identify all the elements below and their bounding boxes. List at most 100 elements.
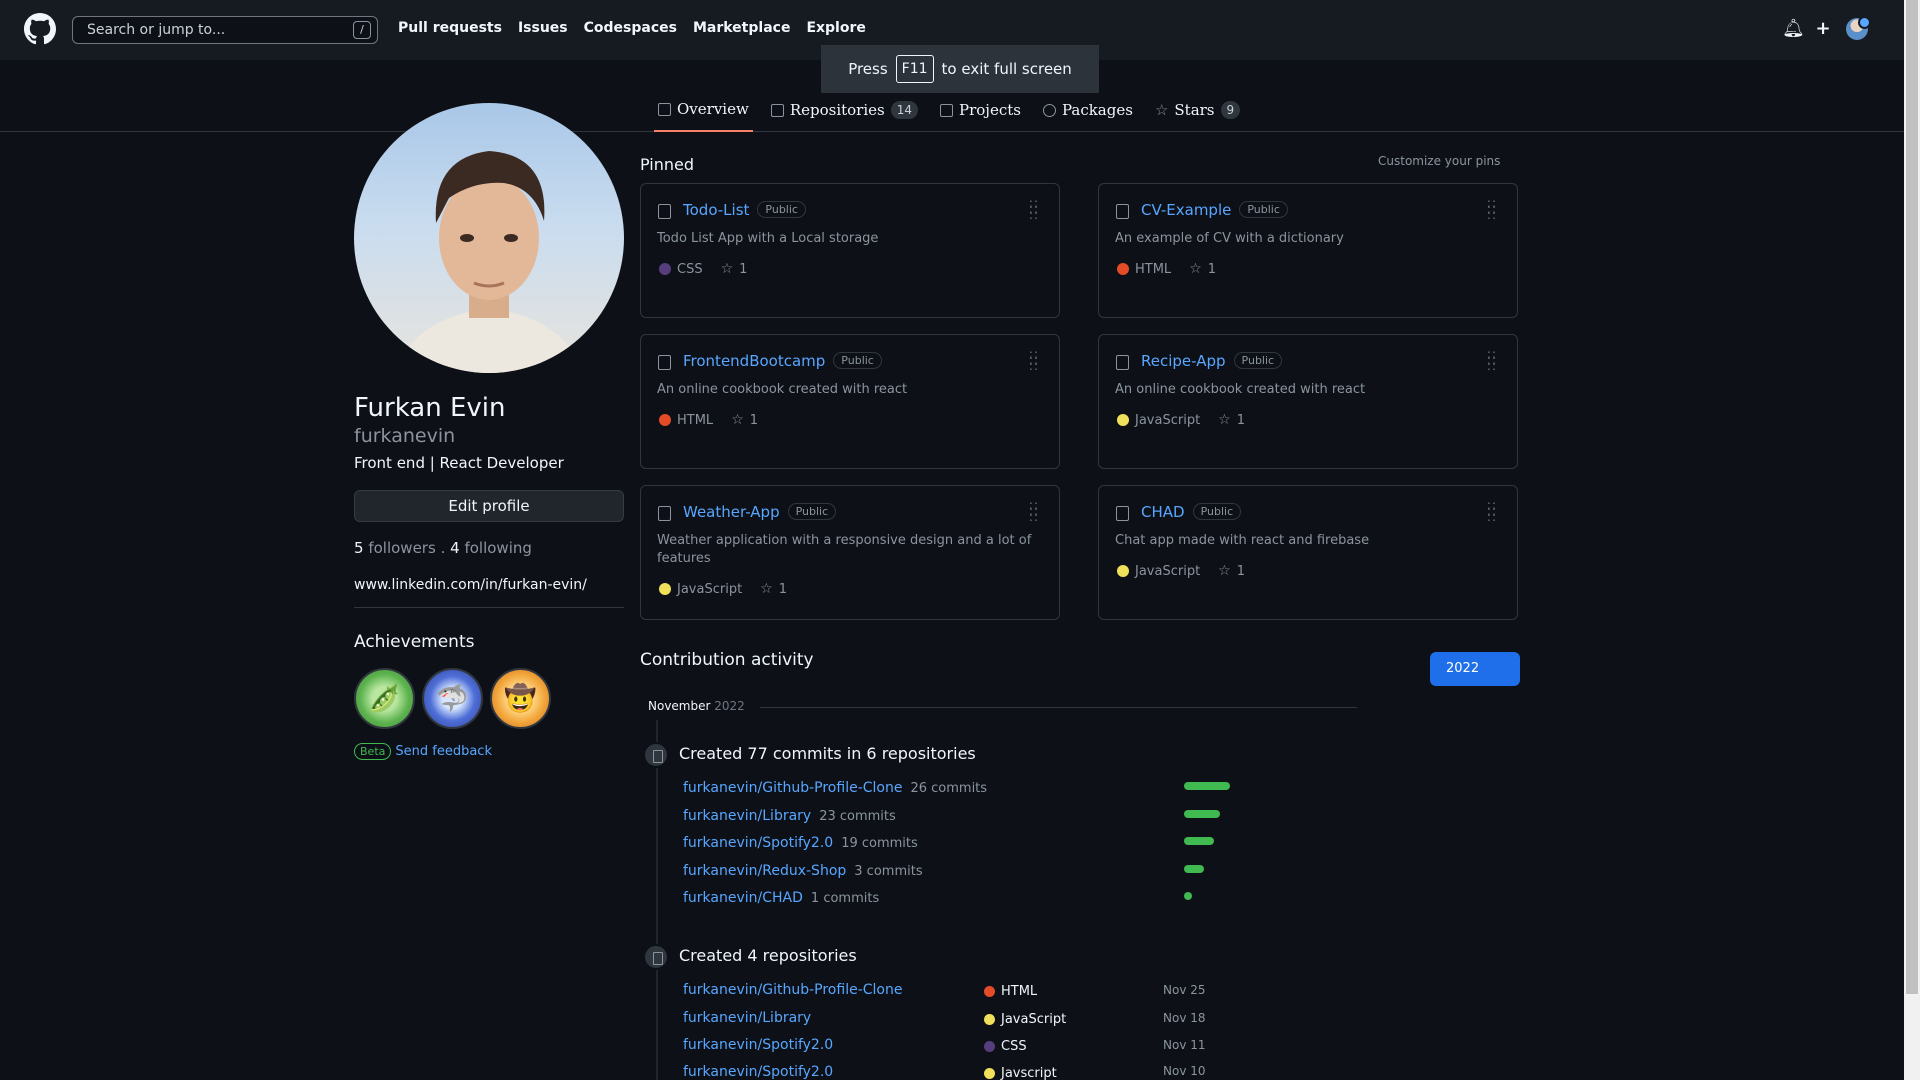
- send-feedback-link[interactable]: Send feedback: [395, 744, 492, 759]
- pinned-repo-name[interactable]: Recipe-App: [1141, 352, 1226, 370]
- drag-handle-icon[interactable]: ::::::: [1487, 348, 1497, 372]
- commit-bar: [1184, 810, 1220, 818]
- pinned-repo-meta: JavaScript ☆ 1: [659, 581, 787, 597]
- repo-icon: [658, 355, 671, 370]
- star-icon[interactable]: ☆: [721, 261, 734, 277]
- commit-repo-row: furkanevin/Redux-Shop 3 commits: [683, 863, 923, 879]
- repos-summary[interactable]: Created 4 repositories: [679, 946, 857, 965]
- pinned-repo-stars[interactable]: 1: [739, 262, 747, 277]
- drag-handle-icon[interactable]: ::::::: [1029, 499, 1039, 523]
- commit-count[interactable]: 26 commits: [910, 781, 987, 796]
- following-label[interactable]: following: [464, 539, 531, 557]
- search-placeholder: Search or jump to...: [87, 22, 226, 38]
- pinned-card: Weather-App Public :::::: Weather applica…: [640, 485, 1060, 620]
- commit-repo-link[interactable]: furkanevin/Redux-Shop: [683, 863, 846, 879]
- star-icon[interactable]: ☆: [1218, 563, 1231, 579]
- created-repo-name[interactable]: furkanevin/Spotify2.0: [683, 1064, 833, 1080]
- commits-summary[interactable]: Created 77 commits in 6 repositories: [679, 744, 976, 763]
- star-icon: ☆: [1154, 101, 1169, 119]
- pinned-repo-language: HTML: [677, 412, 714, 428]
- drag-handle-icon[interactable]: ::::::: [1487, 499, 1497, 523]
- created-repo-link[interactable]: furkanevin/Spotify2.0: [683, 1037, 833, 1053]
- pinned-repo-stars[interactable]: 1: [1208, 262, 1216, 277]
- profile-avatar[interactable]: [354, 103, 624, 373]
- edit-profile-button[interactable]: Edit profile: [354, 490, 624, 522]
- star-icon[interactable]: ☆: [1218, 412, 1231, 428]
- created-repo-name[interactable]: furkanevin/Github-Profile-Clone: [683, 982, 902, 998]
- repo-push-icon: [643, 742, 669, 768]
- nav-issues[interactable]: Issues: [518, 20, 568, 36]
- star-icon[interactable]: ☆: [760, 581, 773, 597]
- star-icon[interactable]: ☆: [1189, 261, 1202, 277]
- created-repo-name[interactable]: furkanevin/Library: [683, 1010, 811, 1026]
- drag-handle-icon[interactable]: ::::::: [1029, 348, 1039, 372]
- commit-repo-link[interactable]: furkanevin/CHAD: [683, 890, 803, 906]
- commit-repo-row: furkanevin/Github-Profile-Clone 26 commi…: [683, 780, 987, 796]
- pinned-repo-name[interactable]: Todo-List: [683, 201, 749, 219]
- commit-count[interactable]: 19 commits: [841, 836, 918, 851]
- bell-icon[interactable]: 🔔︎: [1782, 20, 1805, 38]
- pinned-repo-name[interactable]: Weather-App: [683, 503, 780, 521]
- commit-count[interactable]: 3 commits: [854, 864, 922, 879]
- commit-bar: [1184, 892, 1192, 900]
- tab-repositories[interactable]: Repositories 14: [767, 92, 922, 132]
- pinned-repo-name[interactable]: CV-Example: [1141, 201, 1231, 219]
- commit-repo-link[interactable]: furkanevin/Library: [683, 808, 811, 824]
- github-logo-icon[interactable]: [24, 13, 56, 45]
- pinned-repo-language: CSS: [677, 261, 703, 277]
- created-repo-link[interactable]: furkanevin/Library: [683, 1010, 811, 1026]
- tab-overview[interactable]: Overview: [654, 92, 753, 132]
- drag-handle-icon[interactable]: ::::::: [1487, 197, 1497, 221]
- pinned-repo-meta: HTML ☆ 1: [659, 412, 758, 428]
- search-input[interactable]: Search or jump to... /: [72, 16, 378, 44]
- pull-shark-badge-icon[interactable]: 🦈: [422, 668, 483, 729]
- created-repo-name[interactable]: furkanevin/Spotify2.0: [683, 1037, 833, 1053]
- created-repo-date: Nov 18: [1163, 1011, 1206, 1025]
- tab-stars[interactable]: ☆ Stars 9: [1151, 92, 1244, 132]
- user-avatar-menu[interactable]: [1846, 16, 1871, 40]
- tab-packages[interactable]: Packages: [1039, 92, 1137, 132]
- nav-pull-requests[interactable]: Pull requests: [398, 20, 502, 36]
- nav-explore[interactable]: Explore: [806, 20, 865, 36]
- nav-codespaces[interactable]: Codespaces: [584, 20, 677, 36]
- pinned-repo-stars[interactable]: 1: [779, 582, 787, 597]
- visibility-badge: Public: [833, 352, 882, 369]
- following-count[interactable]: 4: [450, 539, 460, 557]
- created-repo-link[interactable]: furkanevin/Spotify2.0: [683, 1064, 833, 1080]
- toast-key: F11: [895, 55, 934, 83]
- language-color-dot: [984, 1041, 995, 1052]
- pinned-repo-stars[interactable]: 1: [1237, 564, 1245, 579]
- star-icon[interactable]: ☆: [731, 412, 744, 428]
- created-repo-language: Javscript: [984, 1066, 1057, 1080]
- customize-pins-link[interactable]: Customize your pins: [1378, 154, 1500, 168]
- year-selector-button[interactable]: 2022: [1430, 652, 1520, 686]
- tab-projects[interactable]: Projects: [936, 92, 1025, 132]
- commit-count[interactable]: 23 commits: [819, 809, 896, 824]
- commit-repo-link[interactable]: furkanevin/Github-Profile-Clone: [683, 780, 902, 796]
- pinned-repo-name[interactable]: CHAD: [1141, 503, 1185, 521]
- profile-website-link[interactable]: www.linkedin.com/in/furkan-evin/: [354, 577, 587, 593]
- pair-extraordinaire-badge-icon[interactable]: 🫛: [354, 668, 415, 729]
- language-color-dot: [984, 1014, 995, 1025]
- pinned-repo-stars[interactable]: 1: [750, 413, 758, 428]
- scrollbar-thumb[interactable]: [1906, 0, 1918, 994]
- pinned-repo-stars[interactable]: 1: [1237, 413, 1245, 428]
- created-repo-link[interactable]: furkanevin/Github-Profile-Clone: [683, 982, 902, 998]
- month-divider: [760, 707, 1357, 708]
- plus-icon[interactable]: +: [1814, 20, 1832, 38]
- followers-label[interactable]: followers: [368, 539, 435, 557]
- followers-count[interactable]: 5: [354, 539, 364, 557]
- language-color-dot: [659, 583, 671, 595]
- nav-marketplace[interactable]: Marketplace: [693, 20, 790, 36]
- commit-bar: [1184, 837, 1214, 845]
- pinned-repo-name[interactable]: FrontendBootcamp: [683, 352, 825, 370]
- profile-tabs: Overview Repositories 14 Projects Packag…: [654, 92, 1244, 132]
- pinned-card: Todo-List Public :::::: Todo List App wit…: [640, 183, 1060, 318]
- commit-count[interactable]: 1 commits: [811, 891, 879, 906]
- visibility-badge: Public: [787, 503, 837, 520]
- yolo-badge-icon[interactable]: 🤠: [490, 668, 551, 729]
- drag-handle-icon[interactable]: ::::::: [1029, 197, 1039, 221]
- book-icon: [658, 102, 671, 116]
- language-name: HTML: [1001, 984, 1038, 999]
- commit-repo-link[interactable]: furkanevin/Spotify2.0: [683, 835, 833, 851]
